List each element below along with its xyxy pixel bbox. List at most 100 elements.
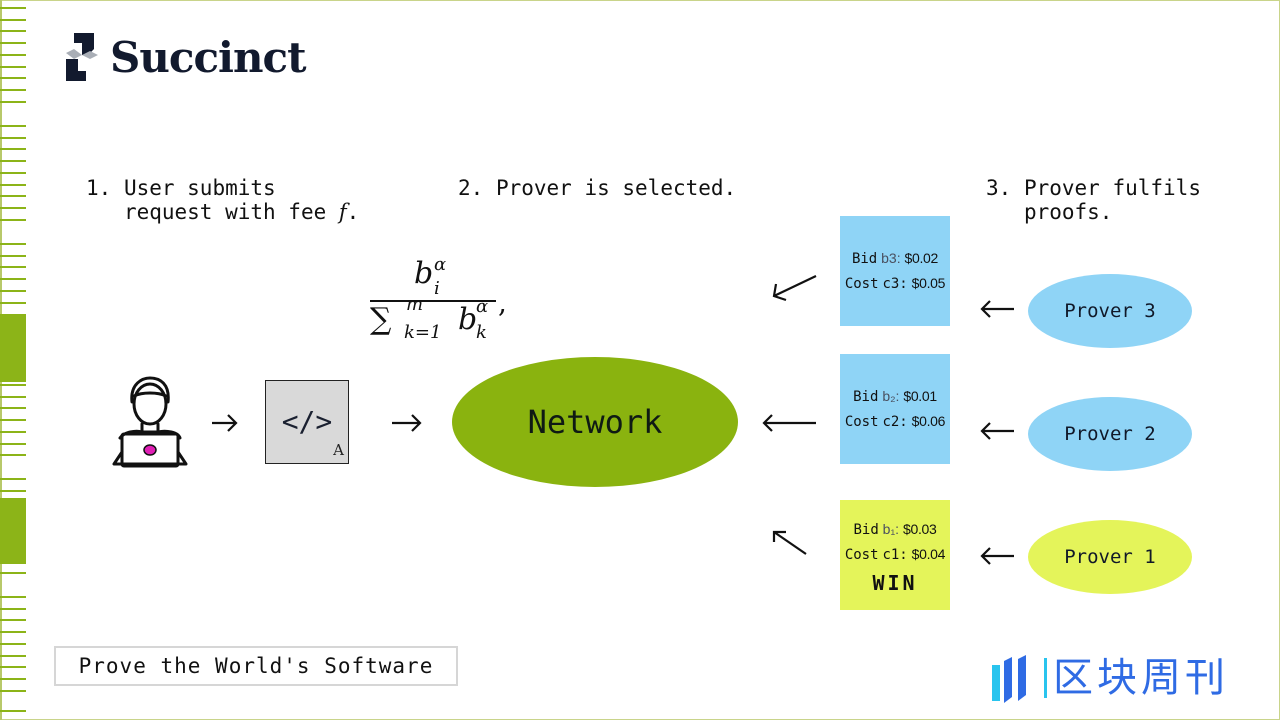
ruler-tick — [0, 619, 26, 622]
cost-label: Cost — [844, 414, 879, 430]
bid-value: $0.02 — [904, 250, 939, 266]
ruler-tick — [0, 88, 26, 91]
prover-1-node: Prover 1 — [1028, 520, 1192, 594]
ruler-tick — [0, 148, 26, 151]
prover-2-label: Prover 2 — [1064, 423, 1156, 445]
tagline: Prove the World's Software — [54, 646, 458, 686]
ruler-tick — [0, 572, 26, 574]
denominator-sub: k — [476, 322, 487, 343]
cost-label: Cost — [844, 547, 879, 563]
ruler-tick — [0, 407, 26, 410]
ruler-tick — [0, 689, 26, 692]
bid-value: $0.03 — [902, 521, 937, 537]
ruler-decoration — [0, 0, 28, 720]
ruler-tick — [0, 183, 26, 186]
ruler-tick — [0, 454, 26, 457]
step-1-line1: User submits — [123, 176, 276, 200]
program-code-box: </> A — [265, 380, 349, 464]
ruler-tick — [0, 42, 26, 45]
denominator-b: b — [458, 302, 478, 337]
ruler-tick — [0, 266, 26, 269]
ruler-tick — [0, 206, 26, 209]
succinct-logo-icon — [66, 33, 98, 81]
bid-label: Bid — [851, 251, 878, 267]
brand-name: Succinct — [110, 32, 306, 82]
ruler-tick — [0, 607, 26, 610]
ruler-tick — [0, 442, 26, 445]
bid-variable: b₂: — [882, 388, 900, 404]
arrow-left-icon — [762, 414, 816, 432]
sum-symbol: ∑ — [370, 302, 392, 337]
winner-badge: WIN — [872, 571, 918, 595]
cost-variable: c1: — [882, 547, 908, 563]
ruler-tick — [0, 7, 26, 9]
prover-1-label: Prover 1 — [1064, 546, 1156, 568]
code-symbol: </> — [281, 405, 333, 438]
ruler-tick — [0, 254, 26, 257]
brand-logo: Succinct — [60, 30, 306, 84]
formula-denominator: ∑ m k=1 b α k — [370, 294, 488, 343]
ruler-tick — [0, 666, 26, 669]
step-2-label: 2. Prover is selected. — [458, 176, 736, 200]
prover-3-label: Prover 3 — [1064, 300, 1156, 322]
cost-value: $0.05 — [911, 275, 946, 291]
ruler-tick — [0, 278, 26, 281]
bid-label: Bid — [853, 522, 879, 538]
ruler-tick — [0, 642, 26, 645]
ruler-tick — [0, 125, 26, 127]
prover-2-node: Prover 2 — [1028, 397, 1192, 471]
cost-line: Cost c3: $0.05 — [844, 275, 946, 292]
ruler-block — [0, 314, 26, 382]
bid-card-prover-2: Bid b₂: $0.01 Cost c2: $0.06 — [840, 354, 950, 464]
step-3-line2: proofs. — [1023, 200, 1113, 224]
numerator-b: b — [414, 256, 434, 291]
user-laptop-icon — [112, 376, 188, 468]
fee-variable: f — [338, 200, 347, 224]
ruler-tick — [0, 171, 26, 174]
ruler-tick — [0, 677, 26, 680]
arrow-left-icon — [980, 300, 1014, 318]
ruler-tick — [0, 395, 26, 398]
bid-variable: b3: — [881, 250, 901, 266]
ruler-tick — [0, 301, 26, 304]
cost-line: Cost c2: $0.06 — [844, 413, 946, 430]
ruler-tick — [0, 53, 26, 56]
arrow-down-left-icon — [772, 275, 817, 302]
bid-card-prover-3: Bid b3: $0.02 Cost c3: $0.05 — [840, 216, 950, 326]
network-label: Network — [527, 403, 663, 441]
cost-value: $0.06 — [911, 413, 946, 429]
step-3-line1: Prover fulfils — [1023, 176, 1201, 200]
cost-value: $0.04 — [911, 546, 946, 562]
ruler-tick — [0, 654, 26, 657]
numerator-sup: α — [434, 254, 447, 275]
ruler-tick — [0, 160, 26, 163]
step-1-suffix: . — [346, 200, 360, 224]
step-3-label: 3. Prover fulfils proofs. — [986, 176, 1201, 224]
qukuai-weekly-logo-icon — [992, 655, 1026, 703]
ruler-tick — [0, 289, 26, 292]
cost-label: Cost — [844, 276, 879, 292]
arrow-right-icon — [212, 414, 238, 432]
step-1-line2: request with fee — [123, 200, 339, 224]
ruler-tick — [0, 136, 26, 139]
formula-numerator: b α i — [414, 254, 446, 299]
step-2-line1: Prover is selected. — [495, 176, 737, 200]
ruler-tick — [0, 243, 26, 245]
step-1-label: 1. User submits request with fee f. — [86, 176, 359, 224]
ruler-tick — [0, 18, 26, 21]
ruler-tick — [0, 631, 26, 634]
cost-variable: c3: — [882, 276, 908, 292]
code-box-corner-label: A — [333, 441, 344, 459]
sum-lower-limit: k=1 — [404, 322, 442, 343]
watermark-text: 区块周刊 — [1044, 658, 1229, 698]
ruler-tick — [0, 30, 26, 33]
ruler-tick — [0, 195, 26, 198]
prover-3-node: Prover 3 — [1028, 274, 1192, 348]
selection-probability-formula: b α i ∑ m k=1 b α k , — [368, 252, 518, 352]
cost-line: Cost c1: $0.04 — [844, 546, 946, 563]
network-node: Network — [452, 357, 738, 487]
arrow-left-icon — [980, 422, 1014, 440]
step-2-number: 2. — [458, 176, 484, 200]
denominator-sup: α — [476, 296, 489, 317]
bid-line: Bid b₁: $0.03 — [853, 521, 936, 538]
